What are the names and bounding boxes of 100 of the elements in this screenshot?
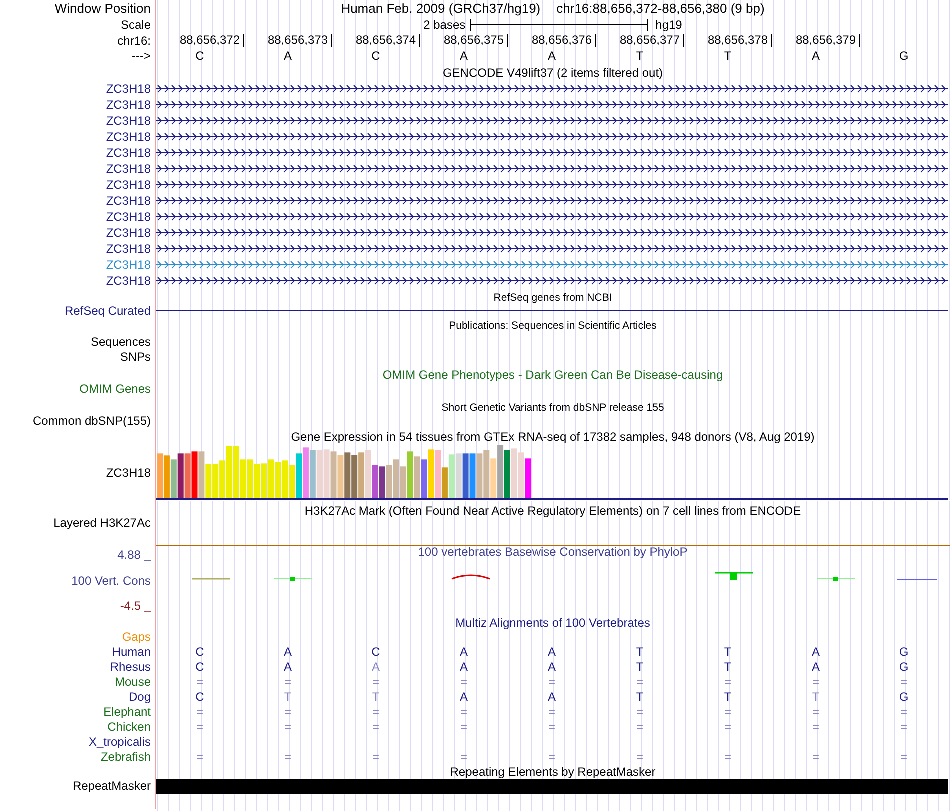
axis-label: 4.88 _ xyxy=(118,549,151,561)
track-label[interactable]: OMIM Genes xyxy=(80,383,151,395)
track-title: Multiz Alignments of 100 Vertebrates xyxy=(456,617,650,629)
base-letter: = xyxy=(460,720,468,732)
track-label[interactable]: Sequences xyxy=(90,336,151,348)
assembly-label: hg19 xyxy=(656,19,682,31)
gene-label[interactable]: ZC3H18 xyxy=(106,99,151,111)
position-label: 88,656,377 xyxy=(620,34,684,47)
base-letter: G xyxy=(899,50,909,62)
base-letter: = xyxy=(460,706,468,718)
track-label[interactable]: Layered H3K27Ac xyxy=(54,517,151,529)
base-letter: = xyxy=(372,706,380,718)
base-letter: A xyxy=(372,660,380,672)
track-title: 100 vertebrates Basewise Conservation by PhyloP xyxy=(418,546,688,558)
row-label: chr16: xyxy=(118,34,151,46)
base-letter: G xyxy=(899,660,909,672)
base-letter: = xyxy=(548,676,556,688)
axis-label: -4.5 _ xyxy=(120,600,151,612)
base-letter: T xyxy=(372,690,380,702)
track-title: Short Genetic Variants from dbSNP release 155 xyxy=(442,402,664,413)
base-letter: A xyxy=(812,646,820,658)
base-letter: = xyxy=(460,676,468,688)
base-letter: T xyxy=(724,660,732,672)
track-title: OMIM Gene Phenotypes - Dark Green Can Be Disease-causing xyxy=(382,369,724,381)
base-letter: = xyxy=(548,720,556,732)
gene-label[interactable]: ZC3H18 xyxy=(106,179,151,191)
assembly-title: Human Feb. 2009 (GRCh37/hg19) xyxy=(341,2,541,15)
track-label[interactable]: Common dbSNP(155) xyxy=(32,414,151,426)
track-label[interactable]: RepeatMasker xyxy=(72,780,151,792)
base-letter: C xyxy=(196,646,204,658)
base-letter: A xyxy=(548,50,556,62)
base-letter: = xyxy=(196,720,204,732)
base-letter: = xyxy=(548,706,556,718)
species-label[interactable]: Chicken xyxy=(108,720,151,732)
gene-label[interactable]: ZC3H18 xyxy=(106,83,151,95)
position-label: 88,656,378 xyxy=(708,34,772,47)
species-label[interactable]: Dog xyxy=(128,690,151,702)
track-title: Publications: Sequences in Scientific Articles xyxy=(449,320,657,332)
base-letter: = xyxy=(812,750,820,762)
base-letter: A xyxy=(460,660,468,672)
base-letter: = xyxy=(812,706,820,718)
track-title: Gene Expression in 54 tissues from GTEx RNA-seq of 17382 samples, 948 donors (V8, Aug 2019) xyxy=(291,430,815,442)
gene-label[interactable]: ZC3H18 xyxy=(106,275,151,287)
base-letter: = xyxy=(636,706,644,718)
species-label[interactable]: Zebrafish xyxy=(100,750,151,762)
row-label: ---> xyxy=(132,50,151,62)
track-label[interactable]: SNPs xyxy=(120,350,151,362)
base-letter: T xyxy=(636,50,644,62)
track-title: GENCODE V49lift37 (2 items filtered out) xyxy=(442,66,664,78)
base-letter: = xyxy=(284,676,292,688)
position-label: 88,656,379 xyxy=(796,34,860,47)
base-letter: = xyxy=(284,706,292,718)
base-letter: A xyxy=(812,660,820,672)
base-letter: G xyxy=(899,646,909,658)
species-label[interactable]: Human xyxy=(112,646,151,658)
base-letter: = xyxy=(724,720,732,732)
gene-label[interactable]: ZC3H18 xyxy=(106,131,151,143)
base-letter: C xyxy=(196,690,204,702)
base-letter: = xyxy=(284,750,292,762)
base-letter: A xyxy=(548,646,556,658)
track-label[interactable]: 100 Vert. Cons xyxy=(72,574,151,586)
position-label: 88,656,375 xyxy=(444,34,508,47)
base-letter: = xyxy=(460,750,468,762)
gene-label[interactable]: ZC3H18 xyxy=(106,227,151,239)
track-title: RefSeq genes from NCBI xyxy=(494,292,612,303)
base-letter: = xyxy=(900,706,908,718)
base-letter: A xyxy=(548,660,556,672)
species-label[interactable]: Elephant xyxy=(104,706,151,718)
species-label[interactable]: Rhesus xyxy=(110,660,151,672)
gene-label[interactable]: ZC3H18 xyxy=(106,195,151,207)
gene-label[interactable]: ZC3H18 xyxy=(106,147,151,159)
position-label: 88,656,372 xyxy=(180,34,244,47)
base-letter: T xyxy=(636,690,644,702)
gene-label[interactable]: ZC3H18 xyxy=(106,115,151,127)
base-letter: = xyxy=(372,750,380,762)
gene-label[interactable]: ZC3H18 xyxy=(106,211,151,223)
position-label: 88,656,376 xyxy=(532,34,596,47)
base-letter: G xyxy=(899,690,909,702)
base-letter: = xyxy=(372,720,380,732)
track-title: H3K27Ac Mark (Often Found Near Active Regulatory Elements) on 7 cell lines from ENCODE xyxy=(304,505,802,517)
track-label[interactable]: ZC3H18 xyxy=(106,466,151,478)
gene-label[interactable]: ZC3H18 xyxy=(106,243,151,255)
base-letter: = xyxy=(812,676,820,688)
gene-label[interactable]: ZC3H18 xyxy=(106,259,151,271)
species-label[interactable]: Mouse xyxy=(114,676,151,688)
base-letter: A xyxy=(284,646,292,658)
position-label: 88,656,374 xyxy=(356,34,420,47)
species-label[interactable]: X_tropicalis xyxy=(88,736,151,748)
base-letter: = xyxy=(724,676,732,688)
gene-label[interactable]: ZC3H18 xyxy=(106,163,151,175)
base-letter: T xyxy=(636,646,644,658)
base-letter: T xyxy=(724,690,732,702)
row-label: Window Position xyxy=(54,2,151,15)
base-letter: A xyxy=(284,50,292,62)
base-letter: A xyxy=(460,50,468,62)
base-letter: = xyxy=(636,676,644,688)
track-label[interactable]: RefSeq Curated xyxy=(64,304,151,316)
base-letter: = xyxy=(900,676,908,688)
base-letter: = xyxy=(548,750,556,762)
base-letter: = xyxy=(196,750,204,762)
